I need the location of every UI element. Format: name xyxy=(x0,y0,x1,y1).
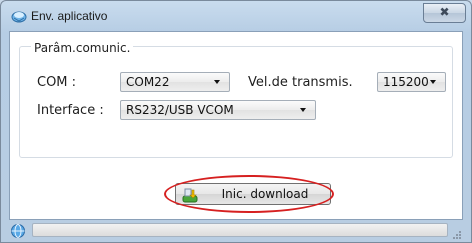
com-port-value: COM22 xyxy=(126,75,170,89)
close-icon: ✖ xyxy=(439,5,450,19)
status-globe-icon xyxy=(11,224,25,238)
window-title: Env. aplicativo xyxy=(31,9,108,23)
resize-grip-icon[interactable] xyxy=(452,230,462,240)
chevron-down-icon xyxy=(214,80,220,84)
baud-rate-value: 115200 xyxy=(383,75,429,89)
chevron-down-icon xyxy=(300,108,306,112)
status-bar xyxy=(9,222,463,240)
interface-value: RS232/USB VCOM xyxy=(126,103,234,117)
baud-rate-label: Vel.de transmis. xyxy=(248,75,353,90)
com-label: COM : xyxy=(37,75,77,90)
chevron-down-icon xyxy=(430,80,436,84)
interface-label: Interface : xyxy=(37,103,104,118)
app-window: Env. aplicativo ✖ Parâm.comunic. COM : C… xyxy=(0,0,472,243)
transfer-icon xyxy=(11,11,27,23)
com-port-select[interactable]: COM22 xyxy=(120,72,230,92)
baud-rate-select[interactable]: 115200 xyxy=(377,72,446,92)
group-legend: Parâm.comunic. xyxy=(31,41,134,55)
interface-select[interactable]: RS232/USB VCOM xyxy=(120,100,316,120)
download-progress-bar xyxy=(32,223,448,237)
close-button[interactable]: ✖ xyxy=(423,3,466,23)
annotation-ellipse xyxy=(164,175,334,213)
dialog-content: Parâm.comunic. COM : COM22 Vel.de transm… xyxy=(9,31,463,220)
title-bar[interactable]: Env. aplicativo ✖ xyxy=(1,1,471,31)
